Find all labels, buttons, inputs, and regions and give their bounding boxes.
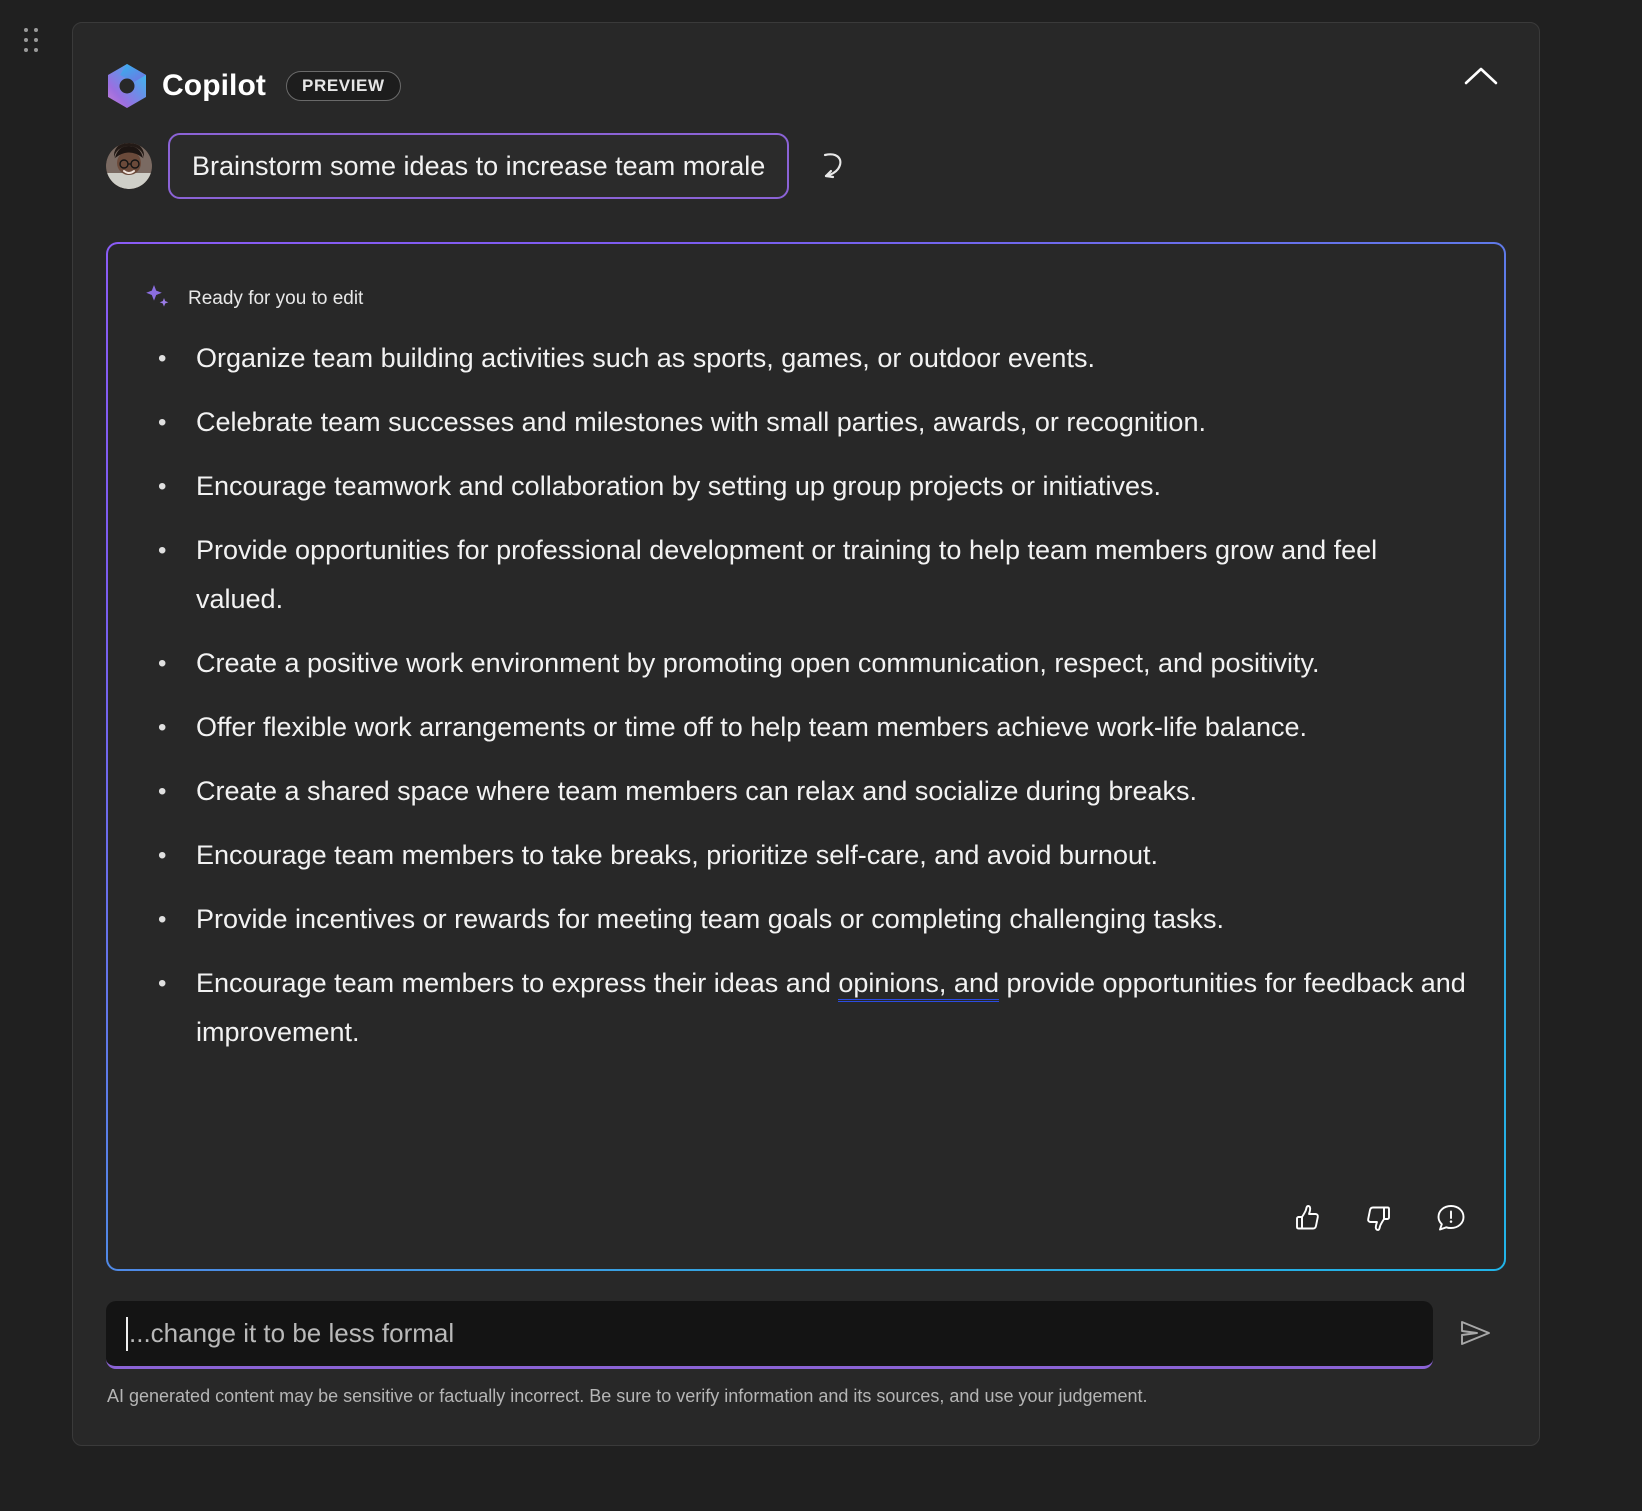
copilot-panel: Copilot PREVIEW Brainstorm some ideas to… <box>72 22 1540 1446</box>
report-feedback-button[interactable] <box>1430 1199 1472 1241</box>
send-icon <box>1455 1313 1495 1358</box>
list-item: Celebrate team successes and milestones … <box>148 398 1466 447</box>
list-item: Provide opportunities for professional d… <box>148 526 1466 624</box>
status-badge: PREVIEW <box>286 71 401 101</box>
grip-dot <box>24 28 28 32</box>
idea-text-before: Encourage team members to express their … <box>196 968 839 998</box>
text-caret <box>126 1316 128 1351</box>
list-item: Create a shared space where team members… <box>148 767 1466 816</box>
list-item: Encourage teamwork and collaboration by … <box>148 462 1466 511</box>
ai-disclaimer: AI generated content may be sensitive or… <box>107 1386 1148 1406</box>
grammar-suggestion[interactable]: opinions, and <box>838 968 999 1002</box>
chevron-up-icon <box>1464 66 1498 91</box>
thumbs-down-icon <box>1362 1201 1396 1240</box>
thumbs-down-button[interactable] <box>1358 1199 1400 1241</box>
list-item-with-suggestion: Encourage team members to express their … <box>148 959 1466 1057</box>
list-item: Encourage team members to take breaks, p… <box>148 831 1466 880</box>
grip-dot <box>24 48 28 52</box>
undo-arrow-icon <box>816 147 850 186</box>
sparkle-icon <box>144 282 172 315</box>
idea-list: Organize team building activities such a… <box>148 334 1466 1072</box>
response-status: Ready for you to edit <box>144 282 363 315</box>
send-button[interactable] <box>1445 1304 1506 1366</box>
page-title: Copilot <box>162 69 267 102</box>
compose-row: ...change it to be less formal <box>106 1301 1506 1369</box>
panel-header: Copilot PREVIEW <box>73 23 1539 119</box>
thumbs-up-button[interactable] <box>1286 1199 1328 1241</box>
collapse-button[interactable] <box>1453 55 1509 101</box>
response-status-label: Ready for you to edit <box>188 287 364 309</box>
grip-dot <box>34 28 38 32</box>
copilot-response-card: Ready for you to edit Organize team buil… <box>106 242 1506 1271</box>
feedback-toolbar <box>1286 1199 1472 1241</box>
copilot-window: Copilot PREVIEW Brainstorm some ideas to… <box>0 0 1642 1511</box>
followup-placeholder: ...change it to be less formal <box>129 1318 455 1348</box>
list-item: Offer flexible work arrangements or time… <box>148 703 1466 752</box>
response-body: Ready for you to edit Organize team buil… <box>108 244 1504 1269</box>
avatar <box>106 143 152 189</box>
drag-handle[interactable] <box>24 28 46 62</box>
brand: Copilot PREVIEW <box>106 63 401 109</box>
copilot-logo-icon <box>106 63 148 109</box>
user-prompt-text[interactable]: Brainstorm some ideas to increase team m… <box>168 133 790 199</box>
grip-dot <box>34 48 38 52</box>
thumbs-up-icon <box>1290 1201 1324 1240</box>
list-item: Organize team building activities such a… <box>148 334 1466 383</box>
list-item: Create a positive work environment by pr… <box>148 639 1466 688</box>
list-item: Provide incentives or rewards for meetin… <box>148 895 1466 944</box>
grip-dot <box>34 38 38 42</box>
followup-input[interactable]: ...change it to be less formal <box>106 1301 1433 1369</box>
regenerate-button[interactable] <box>811 144 855 188</box>
report-feedback-icon <box>1434 1201 1468 1240</box>
grip-dot <box>24 38 28 42</box>
user-prompt-row: Brainstorm some ideas to increase team m… <box>106 133 855 199</box>
